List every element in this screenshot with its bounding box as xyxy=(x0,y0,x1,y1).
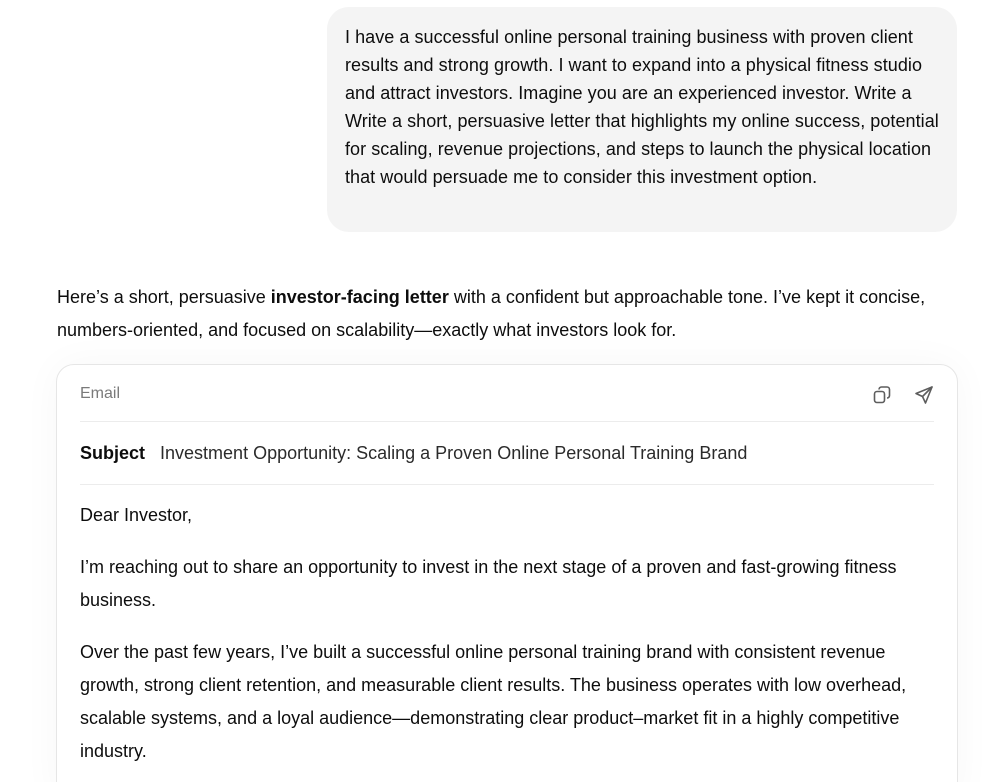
subject-value: Investment Opportunity: Scaling a Proven… xyxy=(160,443,748,463)
chat-page: I have a successful online personal trai… xyxy=(0,0,1000,782)
email-card-header: Email xyxy=(80,383,934,422)
copy-icon[interactable] xyxy=(870,383,894,407)
assistant-intro-text: Here’s a short, persuasive investor-faci… xyxy=(57,281,957,347)
user-message-text: I have a successful online personal trai… xyxy=(345,27,939,187)
email-card-actions xyxy=(870,383,936,407)
email-paragraph: I’m reaching out to share an opportunity… xyxy=(80,557,897,610)
email-greeting: Dear Investor, xyxy=(80,505,193,525)
user-message-bubble: I have a successful online personal trai… xyxy=(327,7,957,232)
intro-text-start: Here’s a short, persuasive xyxy=(57,287,271,307)
email-paragraph: Over the past few years, I’ve built a su… xyxy=(80,642,907,761)
subject-label: Subject xyxy=(80,443,146,463)
email-subject-row: Subject Investment Opportunity: Scaling … xyxy=(80,422,934,485)
intro-text-bold: investor-facing letter xyxy=(270,287,449,307)
email-body: Dear Investor, I’m reaching out to share… xyxy=(80,499,917,782)
email-card: Email Subject Investment Opportunity: Sc… xyxy=(56,364,958,782)
send-icon[interactable] xyxy=(912,383,936,407)
email-type-label: Email xyxy=(80,385,121,402)
